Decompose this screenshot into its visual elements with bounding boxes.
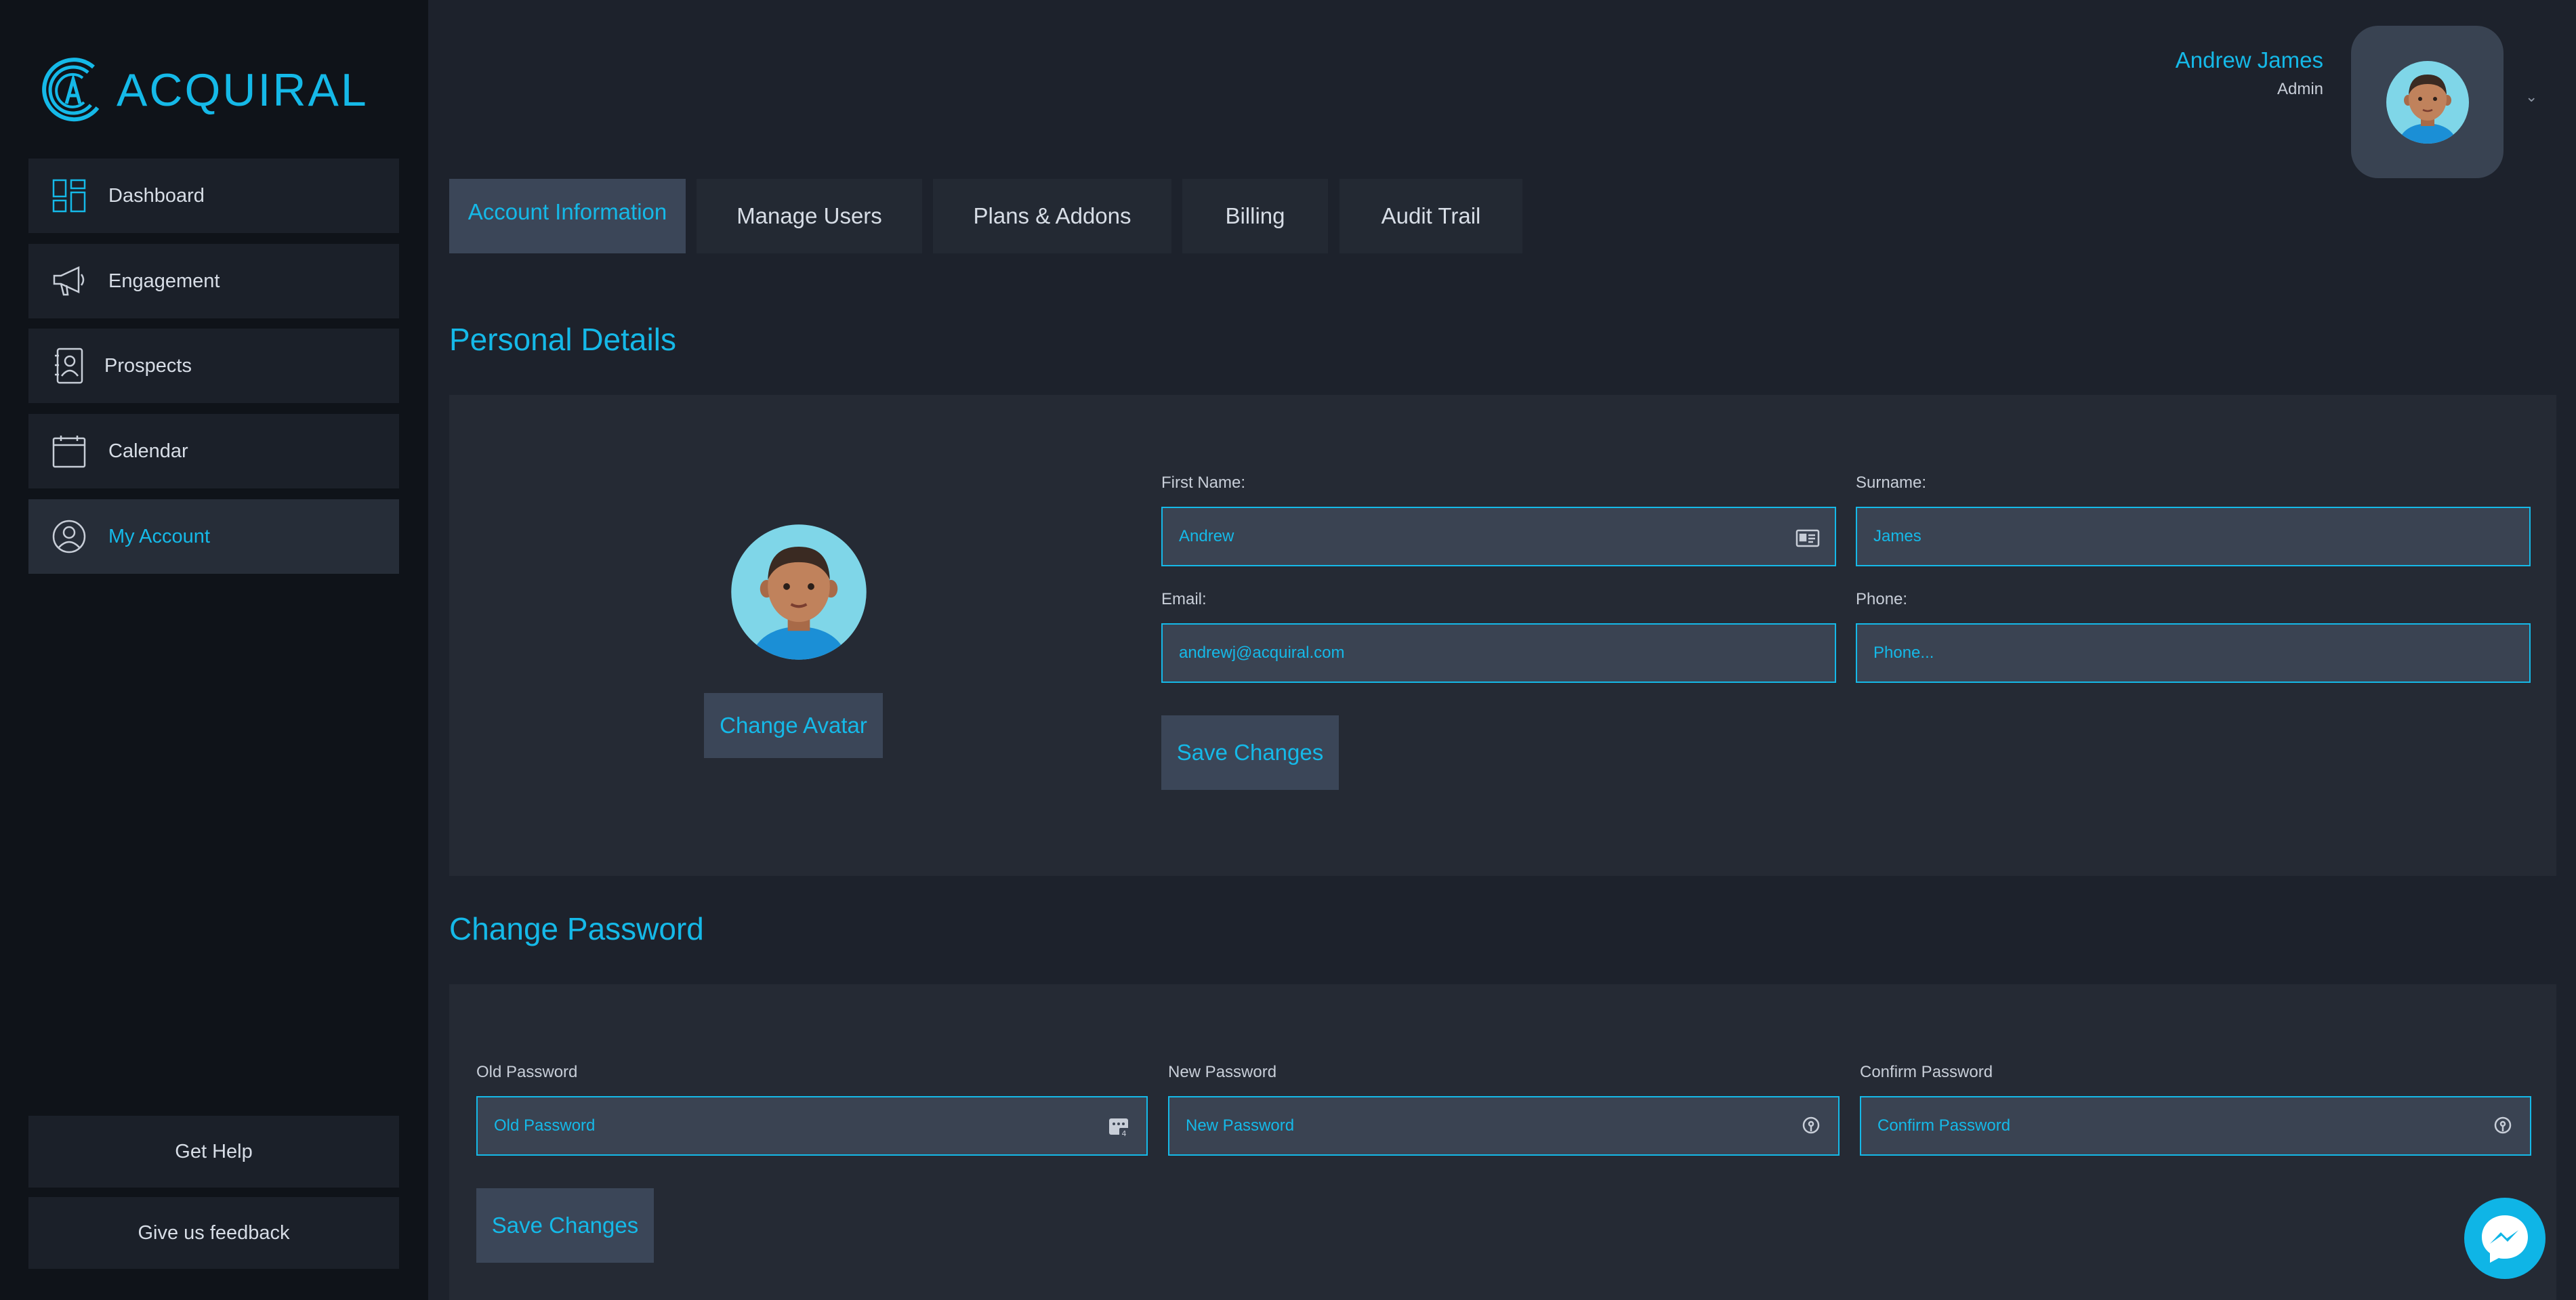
surname-field[interactable] [1856, 507, 2531, 566]
sidebar-item-label: My Account [108, 525, 210, 547]
sidebar-item-label: Prospects [104, 354, 192, 377]
tab-plans-addons[interactable]: Plans & Addons [933, 179, 1171, 253]
sidebar-item-label: Engagement [108, 270, 220, 292]
acquiral-logo-icon [42, 58, 100, 122]
surname-label: Surname: [1856, 474, 1927, 492]
tab-label: Plans & Addons [973, 203, 1131, 228]
password-manager-icon: 4 [1109, 1118, 1129, 1138]
email-input[interactable] [1179, 644, 1835, 663]
email-field[interactable] [1161, 623, 1836, 683]
confirm-password-label: Confirm Password [1860, 1063, 1993, 1081]
first-name-label: First Name: [1161, 474, 1246, 492]
tab-billing[interactable]: Billing [1182, 179, 1328, 253]
first-name-input[interactable] [1179, 527, 1835, 546]
sidebar-item-engagement[interactable]: Engagement [28, 244, 399, 318]
messenger-chat-button[interactable] [2464, 1198, 2546, 1279]
save-personal-details-button[interactable]: Save Changes [1161, 715, 1339, 790]
old-password-field[interactable]: 4 [476, 1096, 1148, 1156]
give-feedback-button[interactable]: Give us feedback [28, 1197, 399, 1269]
phone-input[interactable] [1873, 644, 2529, 663]
sidebar: ACQUIRAL Dashboard Engagement Prospects [0, 0, 428, 1300]
brand-name: ACQUIRAL [117, 64, 369, 116]
change-password-panel: Old Password 4 New Password Confirm Pass… [449, 984, 2556, 1300]
sidebar-item-label: Calendar [108, 440, 188, 462]
email-label: Email: [1161, 590, 1207, 608]
sidebar-item-calendar[interactable]: Calendar [28, 414, 399, 488]
logo[interactable]: ACQUIRAL [39, 53, 369, 127]
tab-account-information[interactable]: Account Information [449, 179, 686, 253]
user-name[interactable]: Andrew James [2176, 47, 2323, 73]
avatar [2386, 60, 2469, 144]
phone-field[interactable] [1856, 623, 2531, 683]
chevron-down-icon[interactable]: ⌄ [2525, 88, 2537, 106]
megaphone-icon [49, 261, 89, 301]
user-avatar-button[interactable] [2351, 26, 2504, 178]
tab-audit-trail[interactable]: Audit Trail [1339, 179, 1522, 253]
new-password-label: New Password [1168, 1063, 1277, 1081]
key-icon [1802, 1116, 1820, 1134]
confirm-password-input[interactable] [1877, 1116, 2530, 1135]
first-name-field[interactable] [1161, 507, 1836, 566]
messenger-icon [2482, 1215, 2528, 1263]
tab-label: Account Information [468, 199, 667, 224]
old-password-input[interactable] [494, 1116, 1146, 1135]
tab-label: Billing [1225, 203, 1285, 228]
new-password-field[interactable] [1168, 1096, 1840, 1156]
sidebar-item-prospects[interactable]: Prospects [28, 329, 399, 403]
personal-details-panel: Change Avatar First Name: Surname: Email… [449, 395, 2556, 876]
personal-details-title: Personal Details [449, 322, 676, 357]
sidebar-item-label: Dashboard [108, 184, 205, 207]
sidebar-item-dashboard[interactable]: Dashboard [28, 159, 399, 233]
contact-card-icon [1795, 529, 1820, 547]
phone-label: Phone: [1856, 590, 1908, 608]
get-help-button[interactable]: Get Help [28, 1116, 399, 1188]
key-icon [2494, 1116, 2512, 1134]
tab-label: Manage Users [736, 203, 882, 228]
change-avatar-button[interactable]: Change Avatar [704, 693, 883, 758]
tab-manage-users[interactable]: Manage Users [697, 179, 922, 253]
user-circle-icon [49, 516, 89, 557]
sidebar-item-my-account[interactable]: My Account [28, 499, 399, 574]
calendar-icon [49, 431, 89, 471]
profile-avatar [731, 524, 867, 660]
tab-label: Audit Trail [1381, 203, 1481, 228]
new-password-input[interactable] [1186, 1116, 1838, 1135]
surname-input[interactable] [1873, 527, 2529, 546]
confirm-password-field[interactable] [1860, 1096, 2531, 1156]
old-password-label: Old Password [476, 1063, 578, 1081]
dashboard-icon [49, 175, 89, 216]
contacts-icon [49, 345, 89, 386]
save-password-button[interactable]: Save Changes [476, 1188, 654, 1263]
user-role: Admin [2277, 80, 2323, 98]
change-password-title: Change Password [449, 911, 704, 946]
svg-text:4: 4 [1122, 1129, 1127, 1138]
